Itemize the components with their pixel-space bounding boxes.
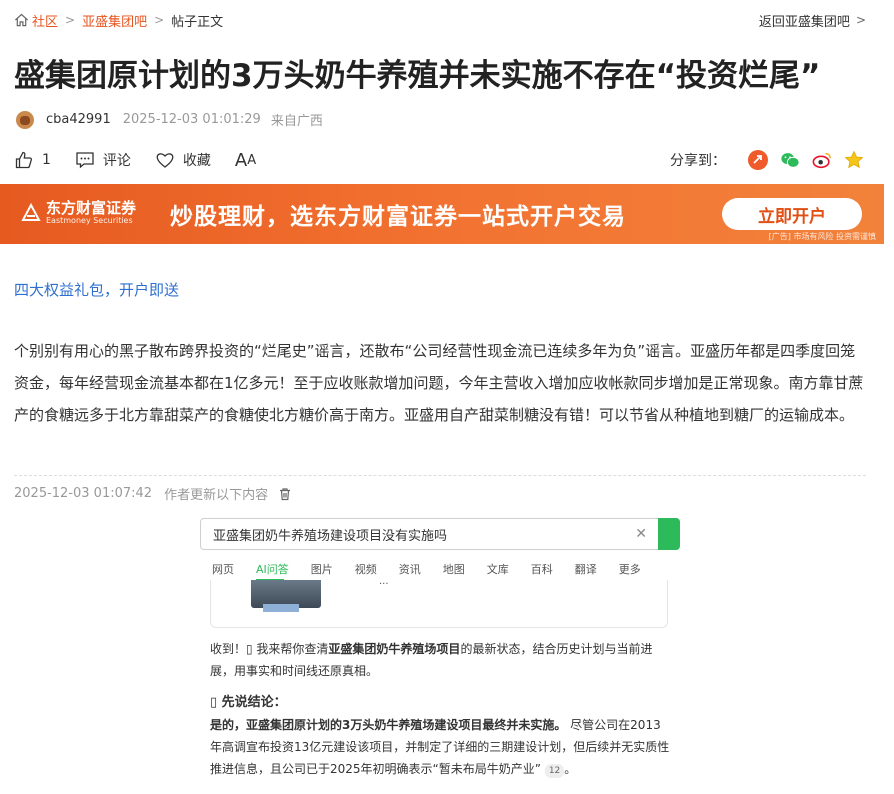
comment-label: 评论 bbox=[102, 153, 131, 169]
avatar[interactable] bbox=[16, 110, 34, 129]
update-label: 作者更新以下内容 bbox=[164, 488, 269, 503]
close-icon: ✕ bbox=[635, 526, 647, 542]
font-size-button[interactable]: AA bbox=[235, 150, 256, 171]
comment-icon bbox=[76, 152, 94, 169]
wechat-icon[interactable] bbox=[780, 150, 800, 170]
answer-intro: 收到！▯ 我来帮你查清亚盛集团奶牛养殖场项目的最新状态，结合历史计划与当前进展，… bbox=[210, 642, 653, 678]
search-tab: 网页 bbox=[212, 563, 234, 576]
post-meta: cba42991 2025-12-03 01:01:29 来自广西 bbox=[16, 110, 323, 129]
comment-button[interactable]: 评论 bbox=[75, 150, 131, 170]
banner-slogan: 炒股理财，选东方财富证券一站式开户交易 bbox=[170, 204, 626, 230]
trash-icon[interactable] bbox=[278, 487, 292, 501]
collect-label: 收藏 bbox=[182, 153, 211, 169]
ai-answer: 收到！▯ 我来帮你查清亚盛集团奶牛养殖场项目的最新状态，结合历史计划与当前进展，… bbox=[210, 638, 670, 790]
heart-icon bbox=[156, 153, 174, 168]
font-large-label: A bbox=[234, 149, 248, 171]
search-tab: 百科 bbox=[530, 563, 553, 576]
answer-heading: ▯ 先说结论： bbox=[210, 695, 287, 710]
back-to-bar-label: 返回亚盛集团吧 bbox=[758, 14, 850, 30]
update-time: 2025-12-03 01:07:42 bbox=[14, 486, 153, 501]
search-tab-active: AI问答 bbox=[256, 563, 289, 576]
like-count: 1 bbox=[42, 152, 51, 168]
banner-brand-en: Eastmoney Securities bbox=[46, 216, 133, 225]
share-guba-icon[interactable] bbox=[748, 150, 768, 170]
home-icon bbox=[15, 13, 28, 27]
post-time: 2025-12-03 01:01:29 bbox=[122, 112, 261, 127]
action-bar: 1 评论 收藏 AA 分享到： bbox=[14, 148, 864, 172]
breadcrumb-current: 帖子正文 bbox=[171, 14, 224, 30]
banner-disclaimer: [广告] 市场有风险 投资需谨慎 bbox=[768, 232, 876, 241]
breadcrumb: 社区 > 亚盛集团吧 > 帖子正文 返回亚盛集团吧 > bbox=[14, 10, 866, 30]
promo-link[interactable]: 四大权益礼包，开户即送 bbox=[14, 279, 179, 300]
post-location: 来自广西 bbox=[270, 114, 323, 129]
breadcrumb-home-link[interactable]: 社区 bbox=[14, 11, 58, 30]
share-label: 分享到： bbox=[670, 153, 726, 169]
ad-banner[interactable]: 东方财富证券 Eastmoney Securities 炒股理财，选东方财富证券… bbox=[0, 184, 884, 244]
font-small-label: A bbox=[247, 152, 257, 168]
search-tab: 文库 bbox=[486, 563, 509, 576]
weibo-icon[interactable] bbox=[812, 150, 832, 170]
search-tab: 更多 bbox=[618, 563, 641, 576]
search-box: 亚盛集团奶牛养殖场建设项目没有实施吗 ✕ bbox=[200, 518, 680, 550]
back-to-bar-link[interactable]: 返回亚盛集团吧 > bbox=[759, 11, 866, 30]
banner-logo: 东方财富证券 Eastmoney Securities bbox=[20, 200, 136, 225]
eastmoney-logo-icon bbox=[21, 202, 41, 221]
result-card: ... bbox=[210, 576, 668, 628]
collect-button[interactable]: 收藏 bbox=[155, 150, 211, 170]
search-tab: 视频 bbox=[354, 563, 377, 576]
search-tab: 翻译 bbox=[574, 563, 597, 576]
breadcrumb-home-label: 社区 bbox=[32, 14, 59, 30]
search-button bbox=[658, 518, 680, 550]
result-image-detail bbox=[263, 604, 299, 612]
embedded-screenshot[interactable]: 亚盛集团奶牛养殖场建设项目没有实施吗 ✕ 网页 AI问答 图片 视频 资讯 地图… bbox=[200, 513, 680, 794]
star-favorite-icon[interactable] bbox=[844, 150, 864, 170]
chevron-right-icon: > bbox=[154, 13, 165, 27]
result-card-text: ... bbox=[379, 576, 389, 587]
chevron-right-icon: > bbox=[855, 13, 866, 27]
author-name[interactable]: cba42991 bbox=[46, 112, 111, 127]
search-tabs: 网页 AI问答 图片 视频 资讯 地图 文库 百科 翻译 更多 bbox=[212, 561, 663, 581]
search-tab: 资讯 bbox=[398, 563, 421, 576]
banner-brand: 东方财富证券 bbox=[46, 199, 137, 217]
search-tab: 图片 bbox=[310, 563, 333, 576]
search-tab: 地图 bbox=[442, 563, 465, 576]
post-title: 盛集团原计划的3万头奶牛养殖并未实施不存在“投资烂尾” bbox=[14, 58, 821, 94]
update-meta: 2025-12-03 01:07:42 作者更新以下内容 bbox=[14, 484, 292, 503]
open-account-button[interactable]: 立即开户 bbox=[722, 198, 862, 230]
reference-badge: 12 bbox=[544, 764, 565, 778]
post-body: 个别别有用心的黑子散布跨界投资的“烂尾史”谣言，还散布“公司经营性现金流已连续多… bbox=[14, 342, 864, 424]
like-button[interactable]: 1 bbox=[14, 150, 51, 170]
share-group: 分享到： bbox=[670, 150, 864, 170]
search-query: 亚盛集团奶牛养殖场建设项目没有实施吗 bbox=[213, 528, 448, 544]
thumbs-up-icon bbox=[15, 151, 33, 169]
answer-conclusion: 是的，亚盛集团原计划的3万头奶牛养殖场建设项目最终并未实施。 尽管公司在2013… bbox=[210, 718, 670, 778]
chevron-right-icon: > bbox=[65, 13, 76, 27]
breadcrumb-bar-link[interactable]: 亚盛集团吧 bbox=[82, 11, 147, 30]
divider bbox=[14, 475, 866, 476]
